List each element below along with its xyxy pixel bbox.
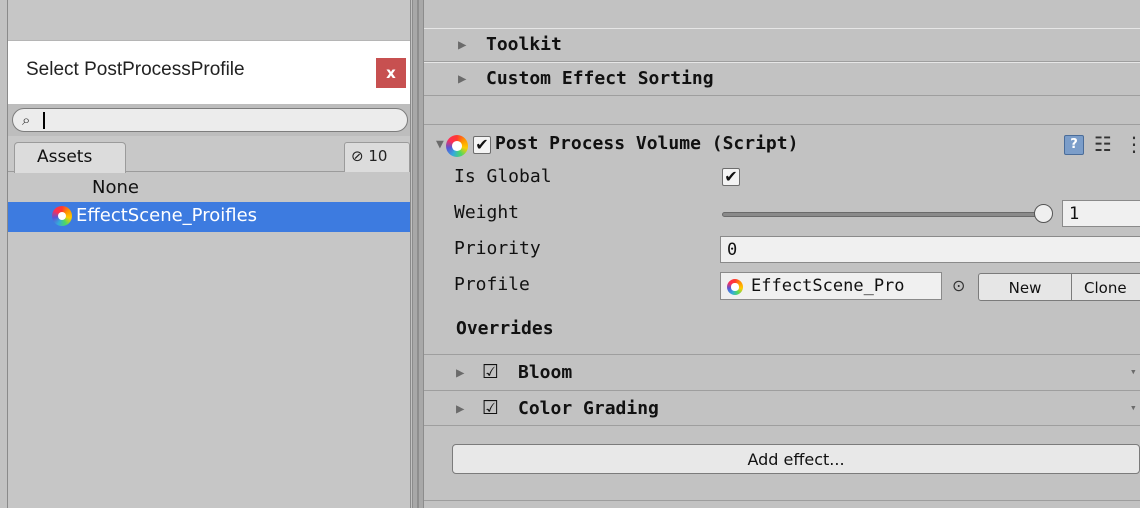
foldout-custom-effect-sorting[interactable]: ▶ Custom Effect Sorting (424, 62, 1140, 96)
hidden-count: 10 (368, 147, 388, 165)
text-caret (43, 112, 45, 129)
add-effect-label: Add effect... (747, 450, 845, 469)
list-item-label: EffectScene_Proifles (76, 205, 258, 226)
component-enabled-checkbox[interactable]: ✔ (473, 136, 491, 154)
chevron-down-icon[interactable]: ▾ (1130, 365, 1137, 378)
component-header[interactable]: ▼ ✔ Post Process Volume (Script) ? ☷ ⋮ (424, 124, 1140, 164)
gear-icon[interactable]: ⋮ (1124, 132, 1140, 156)
priority-label: Priority (454, 238, 541, 259)
picker-titlebar: Select PostProcessProfile x (8, 40, 410, 104)
effect-row-color-grading[interactable]: ▶ ☑ Color Grading ▾ (424, 390, 1140, 426)
foldout-toolkit[interactable]: ▶ Toolkit (424, 28, 1140, 62)
hidden-items-toggle[interactable]: ⊘ 10 (344, 142, 410, 172)
chevron-down-icon[interactable]: ▼ (436, 137, 444, 152)
overrides-heading: Overrides (456, 318, 554, 339)
post-process-icon (52, 206, 72, 226)
list-item-profile[interactable]: EffectScene_Proifles (8, 202, 410, 232)
list-item-none[interactable]: None (8, 174, 410, 204)
new-button[interactable]: New (978, 273, 1072, 301)
divider (424, 500, 1140, 501)
search-bar: ⌕ (8, 104, 410, 136)
chevron-right-icon: ▶ (456, 365, 465, 381)
chevron-right-icon: ▶ (458, 37, 467, 53)
picker-tabbar: Assets ⊘ 10 (8, 136, 410, 173)
chevron-down-icon[interactable]: ▾ (1130, 401, 1137, 414)
weight-label: Weight (454, 202, 520, 223)
search-input[interactable]: ⌕ (12, 108, 408, 132)
clone-button[interactable]: Clone (1071, 273, 1140, 301)
picker-title: Select PostProcessProfile (26, 59, 245, 80)
foldout-label: Custom Effect Sorting (486, 68, 714, 89)
search-icon: ⌕ (22, 111, 31, 129)
priority-field[interactable]: 0 (720, 236, 1140, 263)
weight-value: 1 (1069, 204, 1080, 224)
post-process-icon (446, 135, 468, 157)
is-global-label: Is Global (454, 166, 552, 187)
help-icon[interactable]: ? (1064, 135, 1084, 155)
preset-icon[interactable]: ☷ (1094, 132, 1112, 156)
effect-label: Color Grading (518, 398, 659, 419)
list-item-label: None (92, 177, 139, 198)
inspector-panel: ▶ Toolkit ▶ Custom Effect Sorting ▼ ✔ Po… (424, 0, 1140, 508)
profile-label: Profile (454, 274, 530, 295)
panel-splitter[interactable] (412, 0, 424, 508)
chevron-right-icon: ▶ (456, 401, 465, 417)
tab-assets-label: Assets (37, 147, 93, 167)
close-button[interactable]: x (376, 58, 406, 88)
new-button-label: New (1008, 279, 1042, 297)
profile-value: EffectScene_Pro (751, 276, 905, 296)
object-picker-window: Select PostProcessProfile x ⌕ Assets ⊘ 1… (7, 0, 411, 508)
clone-button-label: Clone (1084, 279, 1127, 297)
object-picker-icon[interactable]: ⊙ (952, 276, 965, 295)
tab-assets[interactable]: Assets (14, 142, 126, 173)
post-process-icon (727, 279, 743, 295)
profile-object-field[interactable]: EffectScene_Pro (720, 272, 942, 300)
add-effect-button[interactable]: Add effect... (452, 444, 1140, 474)
weight-field[interactable]: 1 (1062, 200, 1140, 227)
is-global-checkbox[interactable]: ✔ (722, 168, 740, 186)
splitter-line (417, 0, 419, 508)
eye-slash-icon: ⊘ (351, 147, 364, 165)
component-title: Post Process Volume (Script) (495, 133, 799, 154)
foldout-label: Toolkit (486, 34, 562, 55)
color-grading-enabled-checkbox[interactable]: ☑ (482, 397, 499, 419)
chevron-right-icon: ▶ (458, 71, 467, 87)
bloom-enabled-checkbox[interactable]: ☑ (482, 361, 499, 383)
effect-row-bloom[interactable]: ▶ ☑ Bloom ▾ (424, 354, 1140, 390)
close-icon: x (386, 64, 396, 82)
effect-label: Bloom (518, 362, 573, 383)
priority-value: 0 (727, 240, 738, 260)
weight-slider-track[interactable] (722, 212, 1040, 217)
weight-slider-thumb[interactable] (1034, 204, 1053, 223)
